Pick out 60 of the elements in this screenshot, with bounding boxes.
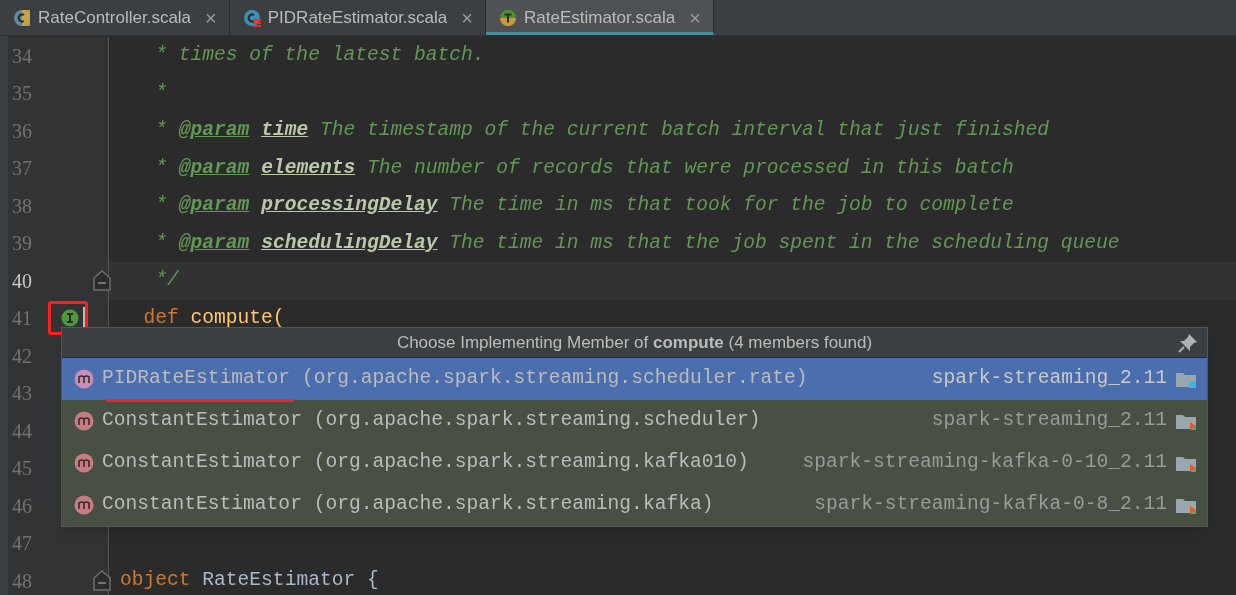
package-name: (org.apache.spark.streaming.kafka) — [312, 492, 714, 518]
member-name: ConstantEstimator — [102, 492, 302, 518]
module-name: spark-streaming_2.11 — [931, 366, 1167, 392]
method-icon — [74, 453, 94, 473]
text-cursor — [83, 307, 85, 330]
doc-comment: * @param processingDelay The time in ms that took for the job to complete — [154, 193, 1014, 219]
popup-item[interactable]: ConstantEstimator (org.apache.spark.streaming.scheduler) spark-streaming_2.11 — [62, 400, 1207, 442]
implemented-icon — [61, 309, 79, 328]
pin-icon[interactable] — [1177, 331, 1199, 354]
doc-comment: */ — [154, 268, 179, 294]
doc-comment: * @param elements The number of records that were processed in this batch — [154, 155, 1014, 181]
trait-icon — [497, 7, 518, 28]
class-error-icon — [241, 7, 262, 28]
method-icon — [74, 411, 94, 431]
editor-tab[interactable]: RateController.scala × — [0, 0, 230, 35]
method-icon — [74, 495, 94, 515]
line-number: 34 — [12, 43, 33, 69]
line-number: 47 — [12, 531, 33, 557]
popup-item[interactable]: ConstantEstimator (org.apache.spark.streaming.kafka) spark-streaming-kafka-0-8_2.11 — [62, 484, 1207, 526]
editor-tab[interactable]: RateEstimator.scala × — [485, 0, 714, 35]
line-number: 43 — [12, 381, 33, 407]
line-number: 48 — [12, 568, 33, 594]
member-name: PIDRateEstimator — [102, 364, 291, 394]
member-name: ConstantEstimator — [102, 408, 302, 434]
line-number: 35 — [12, 81, 33, 107]
code-line: object RateEstimator { — [120, 568, 379, 594]
popup-item[interactable]: ConstantEstimator (org.apache.spark.streaming.kafka010) spark-streaming-kafka-0-10_2.11 — [62, 442, 1207, 484]
package-name: (org.apache.spark.streaming.scheduler) — [312, 408, 761, 434]
tab-label: RateEstimator.scala — [523, 6, 676, 29]
package-name: (org.apache.spark.streaming.scheduler.rate) — [300, 366, 808, 392]
doc-comment: * — [154, 80, 168, 106]
line-number: 44 — [12, 418, 33, 444]
method-icon — [74, 369, 94, 389]
line-number: 37 — [12, 156, 33, 182]
doc-comment: * @param time The timestamp of the current batch interval that just finished — [154, 118, 1049, 144]
line-number: 36 — [12, 118, 33, 144]
doc-comment: * times of the latest batch. — [154, 43, 485, 69]
popup-item[interactable]: PIDRateEstimator (org.apache.spark.streaming.scheduler.rate) spark-streaming_2.11 — [62, 358, 1207, 400]
tab-label: PIDRateEstimator.scala — [267, 6, 448, 29]
package-name: (org.apache.spark.streaming.kafka010) — [312, 450, 749, 476]
code-line: def compute( — [142, 305, 285, 331]
popup-title: Choose Implementing Member of compute (4 members found) — [396, 331, 873, 354]
member-name: ConstantEstimator — [102, 450, 302, 476]
line-number: 39 — [12, 231, 33, 257]
line-number: 40 — [12, 268, 33, 294]
module-name: spark-streaming_2.11 — [931, 408, 1167, 434]
line-number: 38 — [12, 193, 33, 219]
line-number: 41 — [12, 306, 33, 332]
tab-label: RateController.scala — [38, 6, 192, 29]
editor-tab[interactable]: PIDRateEstimator.scala × — [229, 0, 486, 35]
doc-comment: * @param schedulingDelay The time in ms that the job spent in the scheduling queue — [154, 230, 1120, 256]
close-icon[interactable]: × — [461, 2, 473, 33]
close-icon[interactable]: × — [205, 2, 217, 33]
line-number: 42 — [12, 343, 33, 369]
close-icon[interactable]: × — [689, 2, 701, 33]
line-number: 45 — [12, 456, 33, 482]
module-name: spark-streaming-kafka-0-10_2.11 — [802, 450, 1167, 476]
class-icon — [12, 7, 32, 28]
line-number: 46 — [12, 493, 33, 519]
module-name: spark-streaming-kafka-0-8_2.11 — [814, 492, 1167, 518]
